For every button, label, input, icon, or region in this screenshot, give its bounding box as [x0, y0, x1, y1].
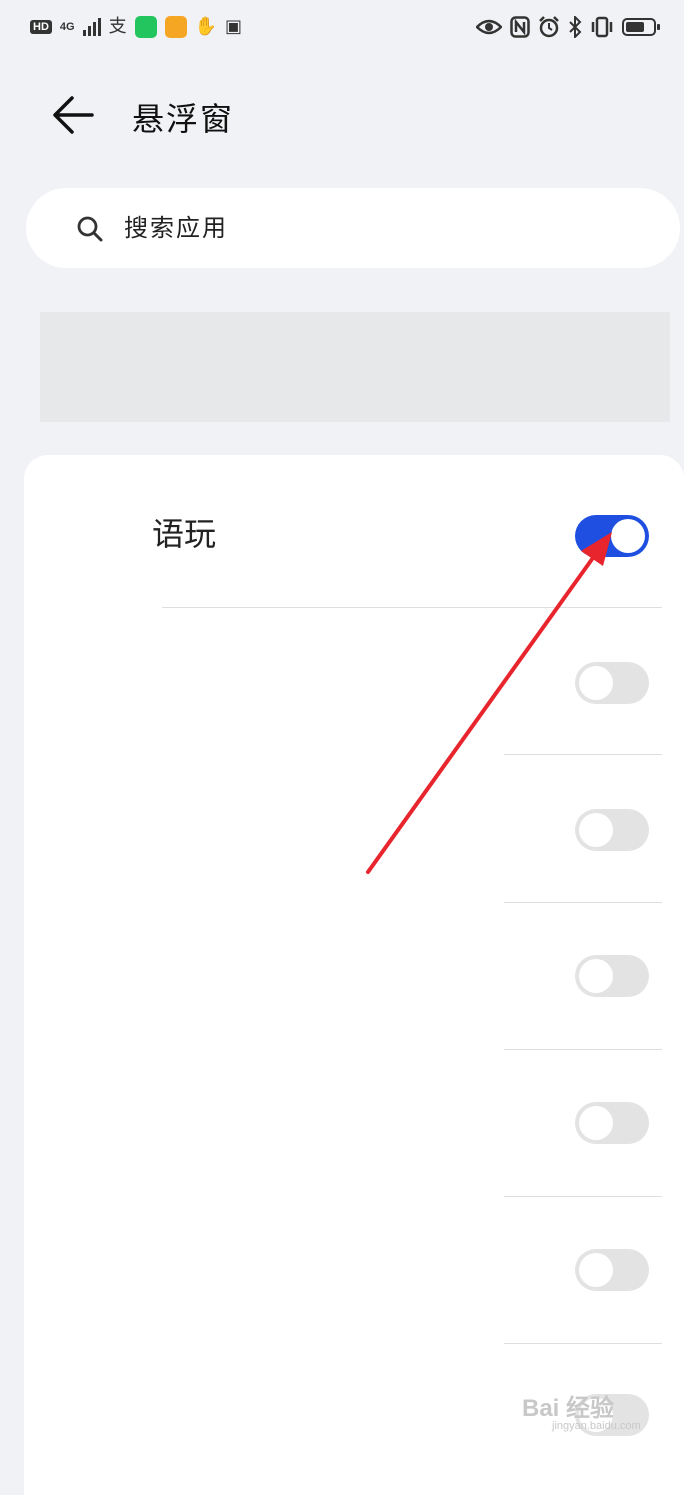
floating-window-toggle[interactable]	[575, 1249, 649, 1291]
watermark-url: jingyan.baidu.com	[552, 1420, 641, 1432]
status-bar-right	[476, 12, 660, 42]
search-icon	[77, 216, 103, 242]
list-item	[24, 755, 684, 901]
list-item	[24, 903, 684, 1049]
network-type: 4G	[59, 21, 75, 33]
banner-placeholder	[40, 312, 670, 422]
card-icon: ▣	[225, 16, 243, 37]
bluetooth-icon	[569, 16, 582, 38]
search-bar[interactable]	[26, 188, 680, 268]
vibrate-icon	[591, 16, 613, 38]
battery-level	[626, 22, 644, 32]
nfc-icon	[510, 16, 530, 38]
toggle-knob	[579, 1106, 613, 1140]
toggle-knob	[579, 813, 613, 847]
back-button[interactable]	[46, 90, 102, 140]
floating-window-toggle[interactable]	[575, 662, 649, 704]
toggle-knob	[579, 959, 613, 993]
back-arrow-icon	[53, 96, 94, 134]
alipay-icon: 支	[108, 16, 127, 37]
alarm-icon	[539, 16, 559, 38]
toggle-knob	[579, 1253, 613, 1287]
toggle-knob	[611, 519, 645, 553]
floating-window-toggle[interactable]	[575, 515, 649, 557]
signal-icon	[82, 18, 101, 36]
hand-icon: ✋	[194, 16, 217, 37]
app-list: 语玩	[24, 455, 684, 1495]
page-header: 悬浮窗	[0, 70, 684, 160]
floating-window-toggle[interactable]	[575, 1102, 649, 1144]
page-title: 悬浮窗	[132, 100, 235, 138]
search-input[interactable]	[124, 206, 644, 250]
list-item	[24, 1197, 684, 1343]
eye-icon	[476, 19, 502, 35]
hd-badge: HD	[30, 20, 52, 34]
status-bar-left: HD 4G 支 ✋ ▣	[30, 12, 242, 42]
list-item: 语玩	[24, 455, 684, 607]
list-item	[24, 1050, 684, 1196]
floating-window-toggle[interactable]	[575, 809, 649, 851]
orange-app-icon	[164, 16, 187, 38]
watermark-logo: Bai 经验	[522, 1395, 615, 1422]
floating-window-toggle[interactable]	[575, 955, 649, 997]
battery-icon	[622, 18, 660, 36]
app-name: 语玩	[152, 515, 217, 553]
toggle-knob	[579, 666, 613, 700]
status-bar: HD 4G 支 ✋ ▣	[0, 0, 684, 56]
list-item	[24, 608, 684, 754]
message-app-icon	[134, 16, 157, 38]
